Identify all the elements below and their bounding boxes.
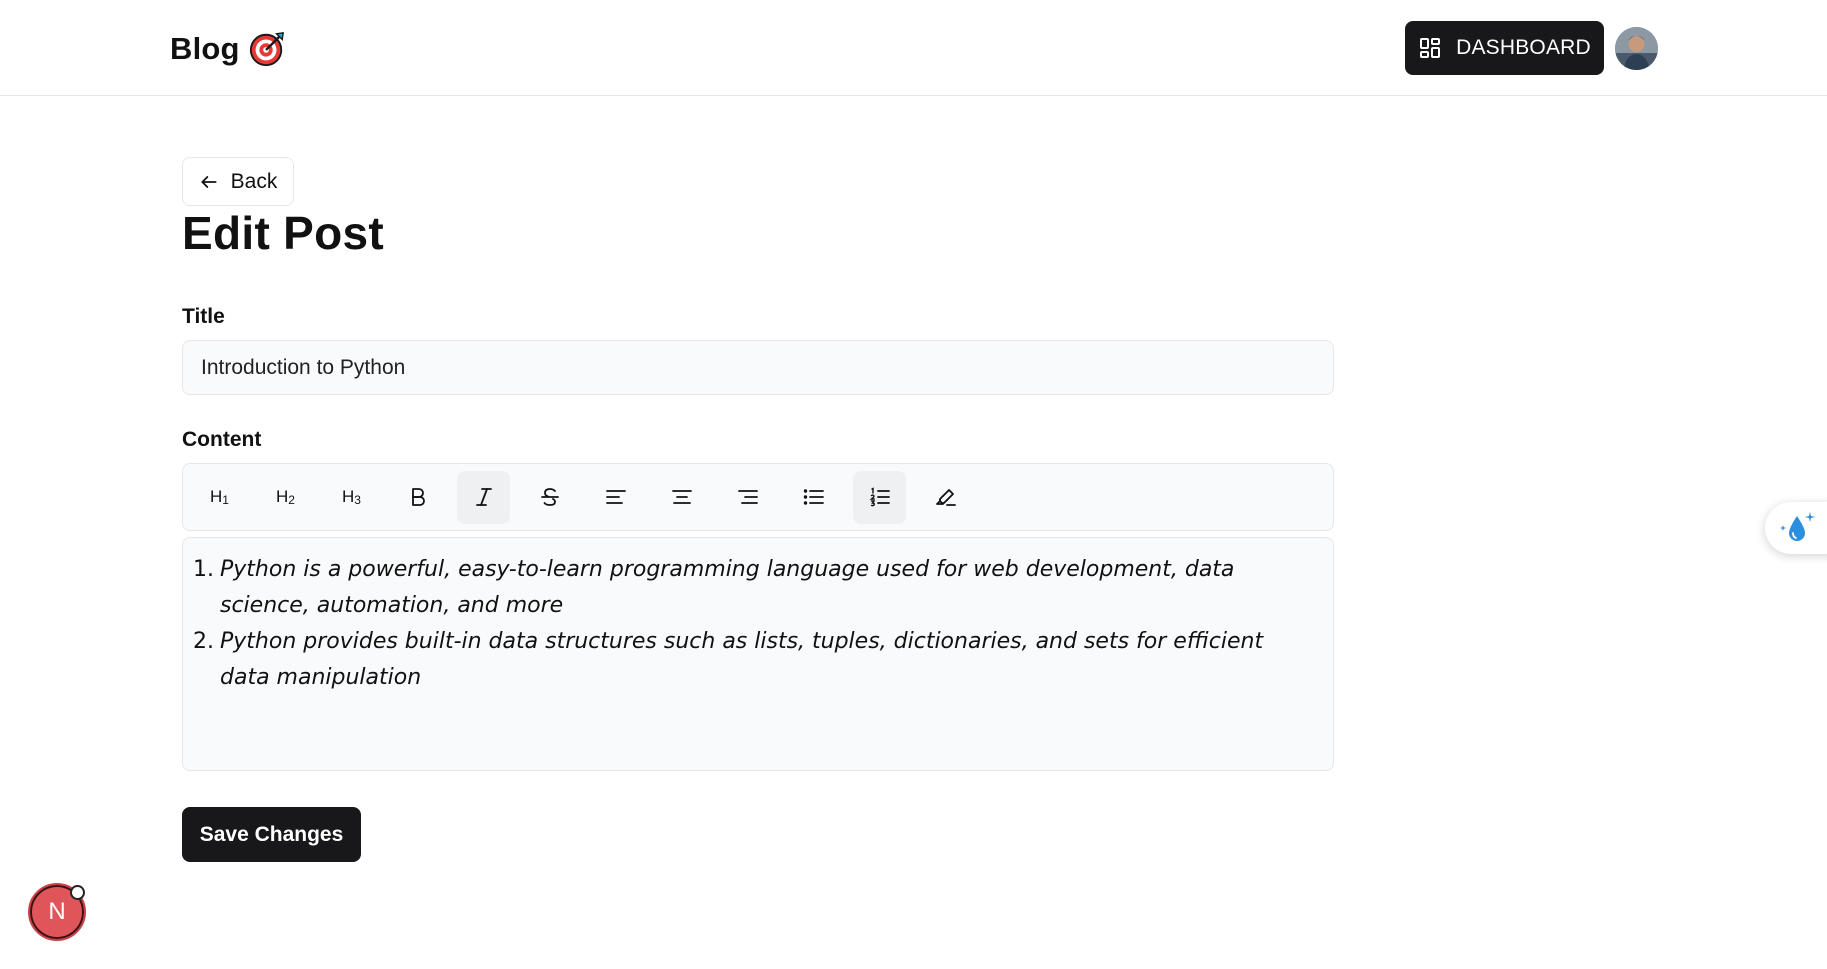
bold-icon	[411, 488, 425, 506]
highlighter-icon	[935, 489, 956, 506]
save-changes-button[interactable]: Save Changes	[182, 807, 361, 862]
back-label: Back	[230, 169, 278, 193]
water-drop-sparkle-icon	[1780, 512, 1815, 541]
align-center-button[interactable]	[655, 471, 708, 524]
italic-button[interactable]	[457, 470, 510, 524]
avatar-image	[1615, 27, 1658, 70]
heading-3-button[interactable]: H3	[325, 471, 378, 524]
title-input[interactable]	[182, 340, 1334, 395]
align-right-button[interactable]	[721, 471, 774, 524]
dev-tools-badge-label: N	[48, 898, 66, 925]
top-navbar: Blog DASHBOARD	[0, 0, 1827, 96]
heading-3-icon: H3	[342, 487, 361, 507]
list-item-text: Python provides built-in data structures…	[220, 629, 1264, 690]
list-item-number: 2.	[193, 629, 214, 654]
back-button[interactable]: Back	[182, 157, 294, 206]
dashboard-button[interactable]: DASHBOARD	[1405, 21, 1604, 75]
highlight-button[interactable]	[919, 471, 972, 524]
bold-button[interactable]	[391, 471, 444, 524]
content-label: Content	[182, 428, 262, 451]
ordered-list-icon	[869, 487, 890, 507]
align-left-button[interactable]	[589, 471, 642, 524]
ordered-list: 1. Python is a powerful, easy-to-learn p…	[193, 552, 1273, 696]
italic-icon	[475, 488, 492, 506]
heading-2-icon: H2	[276, 487, 295, 507]
arrow-left-icon	[201, 175, 217, 188]
bullet-list-button[interactable]	[787, 471, 840, 524]
heading-1-button[interactable]: H1	[193, 471, 246, 524]
notification-dot	[70, 885, 85, 900]
align-right-icon	[737, 490, 758, 504]
page-title: Edit Post	[182, 207, 385, 259]
ordered-list-button[interactable]	[853, 470, 906, 524]
heading-1-icon: H1	[210, 487, 229, 507]
brand-name: Blog	[170, 31, 240, 66]
target-logo-icon	[249, 32, 284, 67]
user-avatar[interactable]	[1615, 27, 1658, 70]
list-item-number: 1.	[193, 557, 214, 582]
list-item: 2. Python provides built-in data structu…	[193, 624, 1273, 696]
align-center-icon	[671, 490, 692, 504]
list-item: 1. Python is a powerful, easy-to-learn p…	[193, 552, 1273, 624]
bullet-list-icon	[803, 489, 824, 505]
side-widget[interactable]	[1765, 502, 1827, 554]
editor-toolbar: H1 H2 H3	[182, 463, 1334, 531]
strikethrough-icon	[540, 488, 559, 506]
heading-2-button[interactable]: H2	[259, 471, 312, 524]
brand[interactable]: Blog	[170, 30, 286, 68]
dashboard-label: DASHBOARD	[1456, 36, 1591, 59]
content-editor[interactable]: 1. Python is a powerful, easy-to-learn p…	[182, 537, 1334, 771]
align-left-icon	[605, 490, 626, 504]
list-item-text: Python is a powerful, easy-to-learn prog…	[220, 557, 1235, 618]
strikethrough-button[interactable]	[523, 471, 576, 524]
title-label: Title	[182, 305, 225, 328]
grid-icon	[1420, 38, 1441, 58]
